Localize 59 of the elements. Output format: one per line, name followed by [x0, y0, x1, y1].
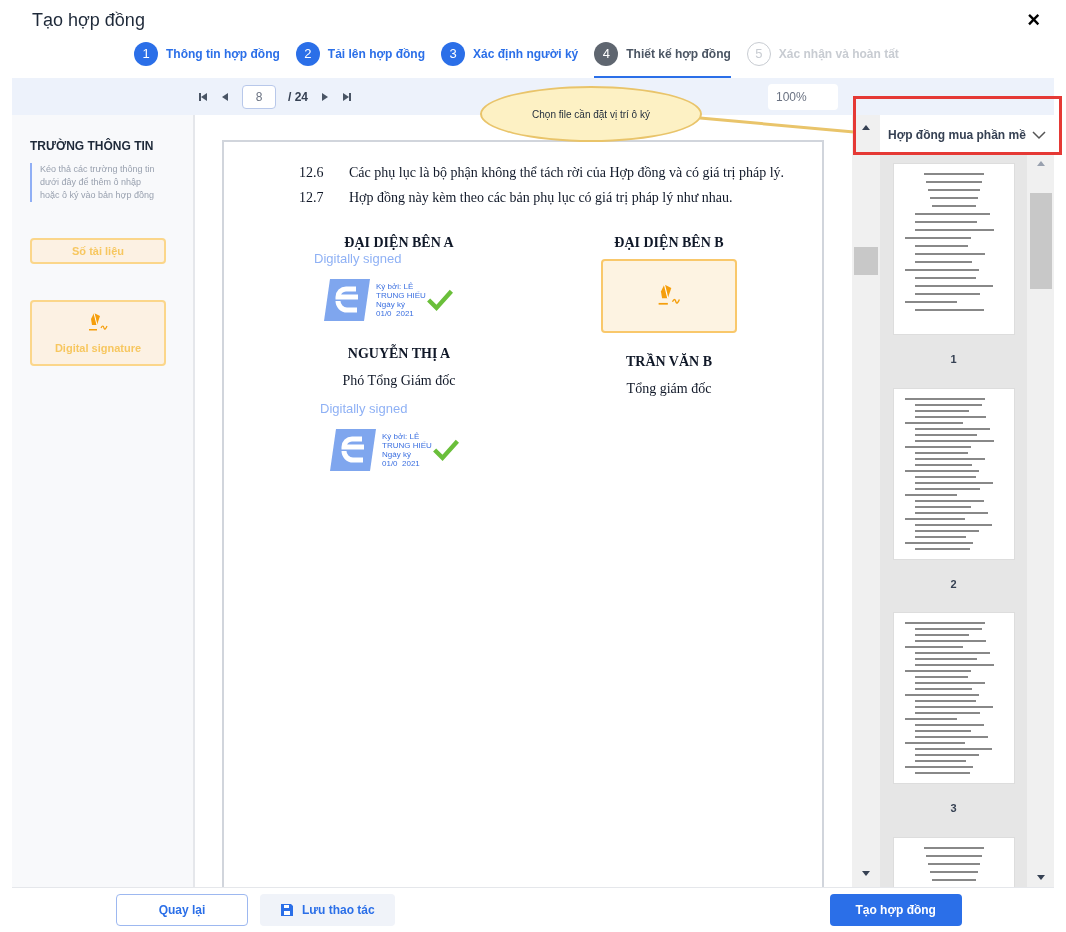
signer-info-text: TRUNG HIẾU — [382, 441, 432, 450]
scroll-up-icon[interactable] — [861, 123, 871, 133]
clause-number: 12.6 — [299, 164, 325, 182]
step-label: Xác định người ký — [473, 46, 579, 63]
last-page-icon[interactable] — [342, 91, 352, 102]
panel-title: TRƯỜNG THÔNG TIN — [30, 137, 155, 155]
signer-info-text: TRUNG HIẾU — [376, 291, 426, 300]
page-number: 3 — [950, 801, 957, 816]
step-number: 4 — [594, 42, 619, 66]
next-page-icon[interactable] — [320, 91, 330, 102]
digitally-signed-label: Digitally signed — [314, 251, 402, 267]
window-title: Tạo hợp đồng — [32, 8, 145, 32]
panel-hint: Kéo thả các trường thông tin dưới đây để thêm ô nhập hoặc ô ký vào bản hợp đồng — [30, 163, 162, 202]
field-item-label: Digital signature — [54, 340, 142, 356]
clause-text: Các phụ lục là bộ phận không thể tách rời của Hợp đồng và có giá trị pháp lý. — [349, 164, 785, 182]
signer-info-text: Ký bởi: LÊ — [376, 282, 415, 291]
create-contract-button[interactable]: Tạo hợp đồng — [829, 894, 962, 926]
step-tab[interactable]: 3 Xác định người ký — [441, 42, 579, 78]
signer-role: Tổng giám đốc — [626, 380, 712, 398]
previous-page-icon[interactable] — [220, 91, 230, 102]
signer-info-text: Ngày ký — [376, 300, 406, 309]
clause-text: Hợp đồng này kèm theo các bản phụ lục có giá trị pháp lý như nhau. — [349, 189, 733, 207]
back-button[interactable]: Quay lại — [116, 894, 248, 926]
signer-name: TRẦN VĂN B — [625, 352, 713, 371]
signer-info-text: Ngày ký — [382, 450, 412, 459]
zoom-field[interactable]: 100% — [768, 83, 838, 110]
first-page-icon[interactable] — [198, 91, 208, 102]
digitally-signed-label: Digitally signed — [320, 401, 408, 417]
step-number: 3 — [441, 42, 466, 66]
scrollbar-thumb[interactable] — [1029, 193, 1052, 289]
chevron-down-icon — [1032, 130, 1046, 140]
page-number: 2 — [950, 576, 957, 592]
page-total: / 24 — [288, 88, 308, 106]
step-label: Tải lên hợp đồng — [327, 46, 426, 63]
signer-info-text: 01/0 2021 — [376, 309, 415, 318]
clause-number: 12.7 — [299, 189, 325, 207]
party-heading: ĐẠI DIỆN BÊN A — [344, 233, 454, 252]
check-icon — [431, 438, 460, 462]
page-field[interactable]: 8 — [242, 84, 276, 109]
close-button[interactable]: × — [1027, 9, 1040, 31]
save-icon — [280, 903, 294, 917]
step-label: Thiết kế hợp đồng — [626, 46, 731, 63]
page-thumbnail[interactable] — [892, 163, 1015, 335]
step-label: Thông tin hợp đồng — [166, 46, 280, 63]
step-tab[interactable]: 2 Tải lên hợp đồng — [295, 42, 426, 78]
step-number: 2 — [295, 42, 320, 66]
party-heading: ĐẠI DIỆN BÊN B — [614, 233, 724, 252]
signer-name: NGUYỄN THỊ A — [347, 343, 451, 363]
page-thumbnail[interactable] — [892, 612, 1015, 784]
signer-role: Phó Tổng Giám đốc — [342, 372, 456, 390]
signer-info-text: Ký bởi: LÊ — [382, 432, 421, 441]
check-icon — [425, 288, 454, 312]
page-number: 1 — [950, 352, 957, 367]
page-thumbnail[interactable] — [892, 387, 1015, 560]
scrollbar-thumb[interactable] — [854, 247, 878, 275]
save-button[interactable]: Lưu thao tác — [260, 894, 395, 926]
signer-info-text: 01/0 2021 — [382, 459, 421, 468]
step-number: 1 — [134, 42, 158, 66]
step-tab[interactable]: 1 Thông tin hợp đồng — [134, 42, 280, 78]
